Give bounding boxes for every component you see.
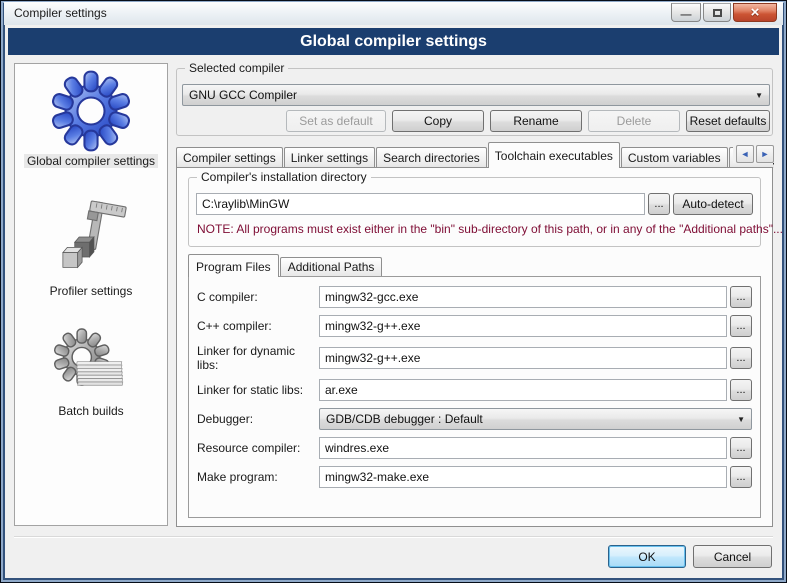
tab-scroll-controls: ◄ ► [733, 145, 774, 163]
c-compiler-label: C compiler: [197, 290, 319, 304]
tab-custom-variables[interactable]: Custom variables [621, 147, 728, 168]
compiler-settings-dialog: Compiler settings — × Global compiler se… [0, 0, 787, 583]
dynamic-linker-input[interactable] [319, 347, 727, 369]
tab-scroll-left-icon: ◄ [741, 149, 750, 159]
cpp-compiler-input[interactable] [319, 315, 727, 337]
c-compiler-input[interactable] [319, 286, 727, 308]
minimize-button[interactable]: — [671, 3, 701, 22]
caliper-icon [54, 198, 128, 282]
debugger-select-value: GDB/CDB debugger : Default [326, 412, 731, 426]
footer-divider [14, 536, 773, 538]
tab-additional-paths[interactable]: Additional Paths [280, 257, 383, 277]
cpp-compiler-label: C++ compiler: [197, 319, 319, 333]
tab-compiler-settings[interactable]: Compiler settings [176, 147, 283, 168]
installation-directory-browse-button[interactable]: ... [648, 193, 670, 215]
reset-defaults-button[interactable]: Reset defaults [686, 110, 770, 132]
gray-gear-stack-icon [51, 326, 131, 402]
restore-button[interactable] [703, 3, 731, 22]
tab-toolchain-executables[interactable]: Toolchain executables [488, 142, 620, 168]
dynamic-linker-label: Linker for dynamic libs: [197, 344, 319, 372]
resource-compiler-input[interactable] [319, 437, 727, 459]
tab-search-directories[interactable]: Search directories [376, 147, 487, 168]
installation-directory-legend: Compiler's installation directory [197, 170, 371, 184]
sidebar-item-global-compiler-settings[interactable]: Global compiler settings [24, 70, 158, 168]
sidebar-item-label: Profiler settings [47, 284, 136, 298]
page-title: Global compiler settings [8, 28, 779, 55]
close-icon: × [751, 5, 760, 20]
cancel-button[interactable]: Cancel [693, 545, 772, 568]
static-linker-label: Linker for static libs: [197, 383, 319, 397]
cpp-compiler-browse-button[interactable]: ... [730, 315, 752, 337]
sidebar-item-batch-builds[interactable]: Batch builds [51, 326, 131, 418]
tab-program-files[interactable]: Program Files [188, 254, 279, 277]
settings-category-list: Global compiler settings [14, 63, 168, 526]
settings-tabs: Compiler settings Linker settings Search… [176, 142, 774, 168]
delete-button: Delete [588, 110, 680, 132]
tab-scroll-right-icon: ► [761, 149, 770, 159]
resource-compiler-browse-button[interactable]: ... [730, 437, 752, 459]
field-row-resource-compiler: Resource compiler: ... [197, 437, 752, 459]
static-linker-input[interactable] [319, 379, 727, 401]
tab-scroll-right-button[interactable]: ► [756, 145, 774, 163]
chevron-down-icon: ▼ [755, 91, 763, 100]
sidebar-item-label: Global compiler settings [24, 154, 158, 168]
close-button[interactable]: × [733, 3, 777, 22]
set-as-default-button: Set as default [286, 110, 386, 132]
field-row-c-compiler: C compiler: ... [197, 286, 752, 308]
program-files-panel: C compiler: ... C++ compiler: ... Linker… [188, 276, 761, 518]
field-row-make-program: Make program: ... [197, 466, 752, 488]
installation-directory-row: ... Auto-detect [196, 193, 753, 215]
chevron-down-icon: ▼ [737, 415, 745, 424]
ok-button[interactable]: OK [608, 545, 686, 568]
sidebar-item-profiler-settings[interactable]: Profiler settings [47, 198, 136, 298]
bin-subdirectory-note: NOTE: All programs must exist either in … [197, 222, 783, 236]
field-row-static-linker: Linker for static libs: ... [197, 379, 752, 401]
window-controls: — × [671, 3, 777, 22]
debugger-label: Debugger: [197, 412, 319, 426]
blue-gear-icon [50, 70, 132, 152]
field-row-debugger: Debugger: GDB/CDB debugger : Default ▼ [197, 408, 752, 430]
selected-compiler-group: Selected compiler GNU GCC Compiler ▼ Set… [176, 68, 773, 136]
installation-directory-input[interactable] [196, 193, 645, 215]
make-program-label: Make program: [197, 470, 319, 484]
compiler-select[interactable]: GNU GCC Compiler ▼ [182, 84, 770, 106]
sidebar-item-label: Batch builds [55, 404, 126, 418]
titlebar[interactable]: Compiler settings [4, 2, 783, 25]
compiler-select-value: GNU GCC Compiler [189, 88, 749, 102]
rename-button[interactable]: Rename [490, 110, 582, 132]
selected-compiler-legend: Selected compiler [185, 61, 288, 75]
tab-linker-settings[interactable]: Linker settings [284, 147, 375, 168]
resource-compiler-label: Resource compiler: [197, 441, 319, 455]
minimize-icon: — [681, 10, 692, 20]
field-row-cpp-compiler: C++ compiler: ... [197, 315, 752, 337]
make-program-input[interactable] [319, 466, 727, 488]
tab-scroll-left-button[interactable]: ◄ [736, 145, 754, 163]
debugger-select[interactable]: GDB/CDB debugger : Default ▼ [319, 408, 752, 430]
installation-directory-group: Compiler's installation directory ... Au… [188, 177, 761, 247]
dynamic-linker-browse-button[interactable]: ... [730, 347, 752, 369]
window-title: Compiler settings [14, 6, 107, 20]
static-linker-browse-button[interactable]: ... [730, 379, 752, 401]
auto-detect-button[interactable]: Auto-detect [673, 193, 753, 215]
compiler-actions: Set as default Copy Rename Delete Reset … [286, 110, 770, 132]
program-subtabs: Program Files Additional Paths [188, 254, 383, 277]
c-compiler-browse-button[interactable]: ... [730, 286, 752, 308]
field-row-dynamic-linker: Linker for dynamic libs: ... [197, 344, 752, 372]
copy-button[interactable]: Copy [392, 110, 484, 132]
toolchain-executables-page: Compiler's installation directory ... Au… [176, 167, 773, 527]
make-program-browse-button[interactable]: ... [730, 466, 752, 488]
restore-icon [713, 9, 722, 17]
